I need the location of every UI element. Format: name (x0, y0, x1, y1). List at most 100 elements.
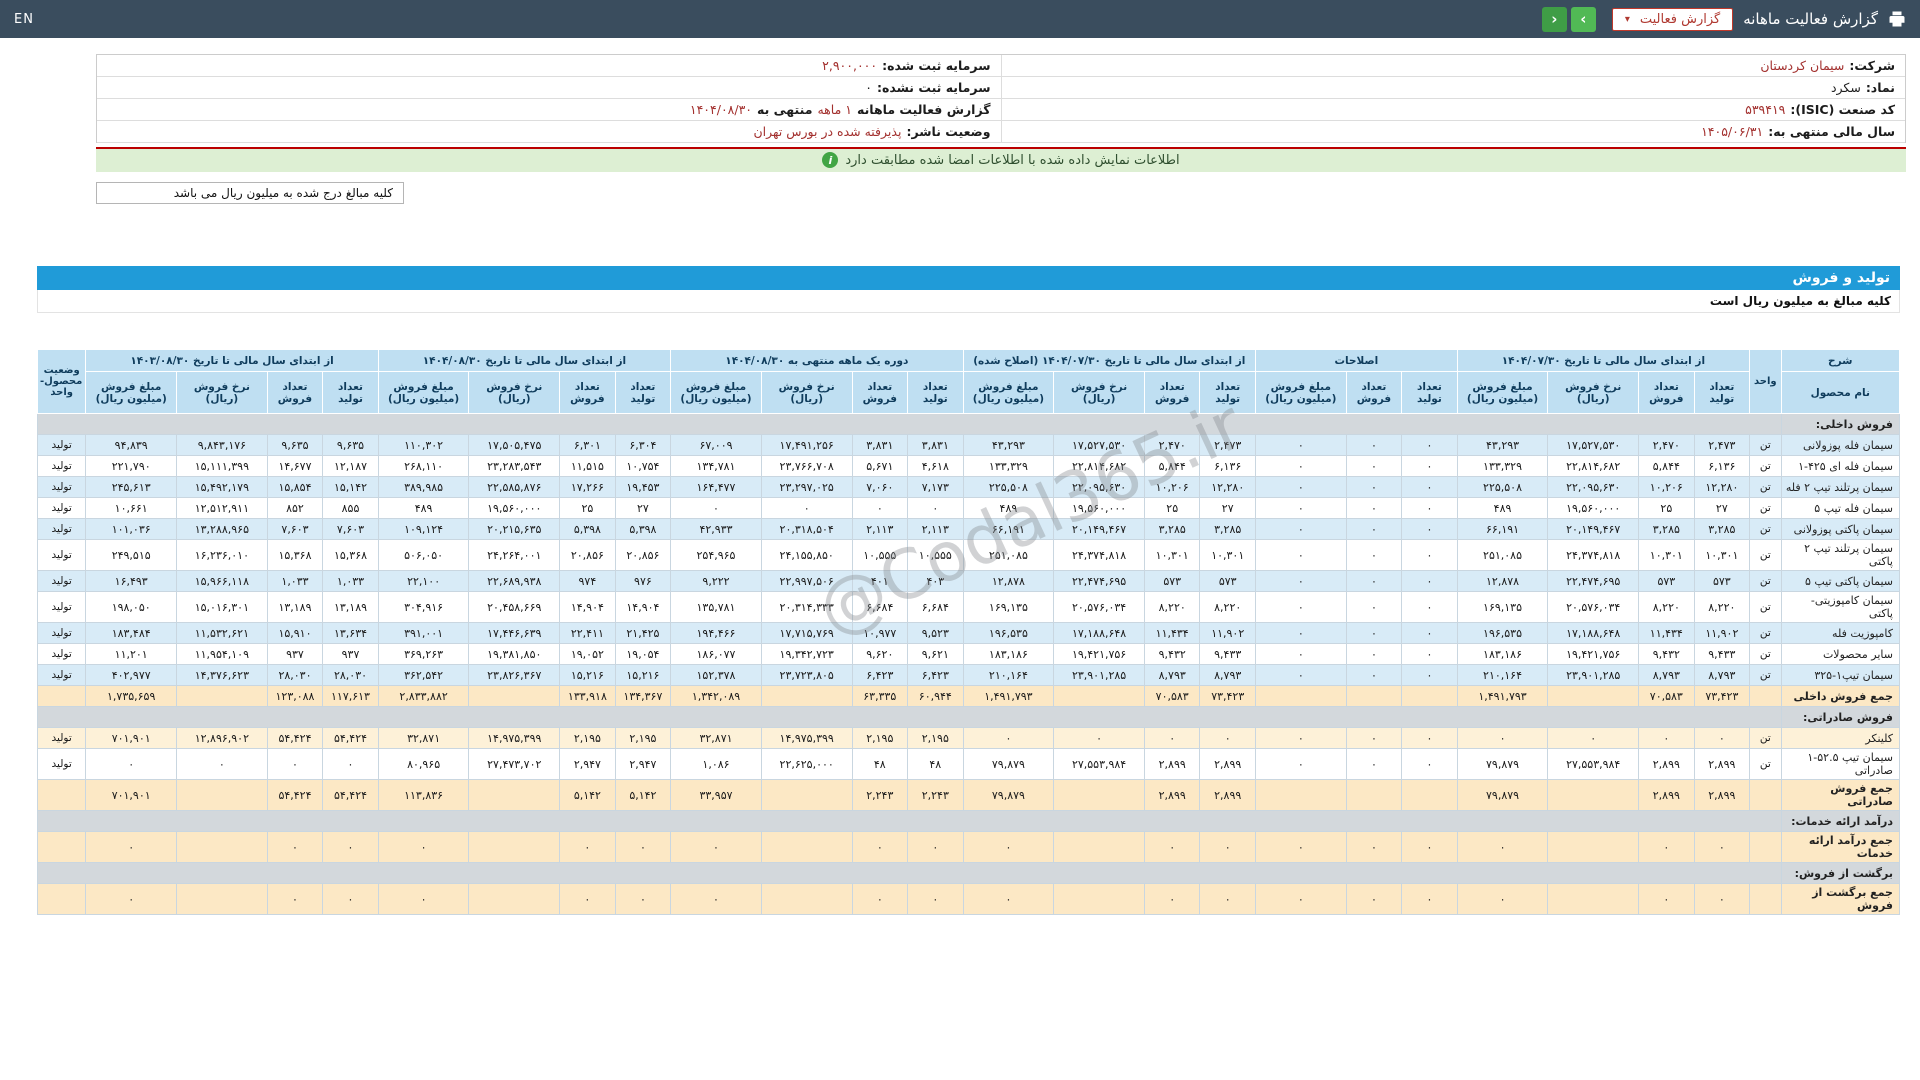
value-cell: ۲۵ (559, 497, 616, 519)
company-value: سیمان کردستان (1760, 58, 1845, 73)
value-cell: ۳,۸۳۱ (907, 434, 964, 456)
value-cell (1547, 779, 1640, 811)
unit-cell (1749, 779, 1782, 811)
value-cell: ۱۳,۲۸۸,۹۶۵ (176, 518, 268, 540)
value-cell: ۲۲,۰۹۵,۶۳۰ (1053, 476, 1145, 498)
value-cell: ۱۱۷,۶۱۳ (322, 685, 379, 707)
value-cell: ۴۳,۲۹۳ (1456, 434, 1549, 456)
value-cell: ۹۷۶ (614, 570, 672, 592)
value-cell: ۰ (1254, 664, 1347, 686)
value-cell: ۲۲,۸۱۴,۶۸۲ (1547, 455, 1640, 477)
value-cell: ۱۱۰,۳۰۲ (377, 434, 470, 456)
value-cell: ۰ (1401, 727, 1458, 749)
signature-notice-text: اطلاعات نمایش داده شده با اطلاعات امضا ش… (845, 152, 1180, 168)
value-cell: ۰ (1143, 831, 1201, 863)
value-cell: ۱۸۳,۱۸۶ (1456, 643, 1549, 665)
value-cell: ۵۷۳ (1199, 570, 1256, 592)
value-cell (468, 883, 561, 915)
column-header: تعداد تولید (1401, 371, 1458, 414)
value-cell: ۲۴۵,۶۱۳ (85, 476, 178, 498)
value-cell: ۱,۴۹۱,۷۹۳ (1456, 685, 1549, 707)
value-cell: ۵۷۳ (1693, 570, 1751, 592)
value-cell: ۰ (907, 883, 964, 915)
product-row: سیمان تیپ۱-۳۲۵ تن ۸,۷۹۳ ۸,۷۹۳ ۲۳,۹۰۱,۲۸۵ ۲۱۰,… (36, 664, 1901, 686)
value-cell: ۶,۱۳۶ (1199, 455, 1256, 477)
value-cell: ۰ (1401, 883, 1458, 915)
value-cell: ۵,۳۹۸ (559, 518, 616, 540)
value-cell: ۰ (1401, 497, 1458, 519)
status-cell (36, 779, 87, 811)
value-cell: ۱۳۳,۳۲۹ (962, 455, 1055, 477)
value-cell: ۰ (1254, 539, 1347, 571)
value-cell: ۵,۸۴۴ (1638, 455, 1695, 477)
section-title: تولید و فروش (1792, 270, 1890, 286)
value-cell: ۵۰۶,۰۵۰ (377, 539, 470, 571)
value-cell: ۰ (322, 883, 379, 915)
value-cell: ۴۰۲,۹۷۷ (85, 664, 178, 686)
next-report-button[interactable]: › (1570, 6, 1596, 32)
isic-value: ۵۳۹۴۱۹ (1745, 102, 1786, 117)
value-cell: ۹,۶۲۰ (851, 643, 909, 665)
value-cell: ۲۴,۲۶۴,۰۰۱ (468, 539, 561, 571)
value-cell: ۰ (1254, 570, 1347, 592)
column-header: مبلغ فروش (میلیون ریال) (1456, 371, 1549, 414)
language-toggle[interactable]: EN (14, 12, 34, 27)
signature-notice: اطلاعات نمایش داده شده با اطلاعات امضا ش… (96, 147, 1906, 172)
unit-cell (1749, 831, 1782, 863)
value-cell: ۱۷,۵۰۵,۴۷۵ (468, 434, 561, 456)
product-name-cell: سیمان کامپوزیتی- پاکتی (1780, 591, 1901, 623)
value-cell: ۸,۷۹۳ (1143, 664, 1201, 686)
product-name-header: نام محصول (1780, 371, 1901, 414)
info-row: نماد: سکرد سرمایه ثبت نشده: ۰ (97, 77, 1905, 99)
value-cell: ۳,۲۸۵ (1199, 518, 1256, 540)
value-cell: ۰ (1345, 643, 1403, 665)
value-cell: ۰ (1693, 831, 1751, 863)
value-cell: ۷۹,۸۷۹ (1456, 779, 1549, 811)
value-cell: ۵۷۳ (1143, 570, 1201, 592)
value-cell (1547, 831, 1640, 863)
column-header: نرخ فروش (ریال) (760, 371, 853, 414)
value-cell: ۱۷,۲۶۶ (559, 476, 616, 498)
table-header: شرح واحد از ابتدای سال مالی تا تاریخ ۱۴۰۴/… (36, 349, 1901, 414)
value-cell: ۱۵,۸۵۴ (266, 476, 324, 498)
group-header: اصلاحات (1254, 349, 1458, 372)
value-cell: ۷۰,۵۸۳ (1143, 685, 1201, 707)
product-name-cell: سیمان پاکتی تیپ ۵ (1780, 570, 1901, 592)
value-cell (1401, 685, 1458, 707)
value-cell: ۵۷۳ (1638, 570, 1695, 592)
value-cell: ۱۵,۴۹۲,۱۷۹ (176, 476, 268, 498)
column-header: تعداد تولید (1693, 371, 1751, 414)
value-cell: ۲۳,۲۹۷,۰۲۵ (760, 476, 853, 498)
print-icon[interactable] (1888, 10, 1906, 28)
value-cell: ۱۹,۳۸۱,۸۵۰ (468, 643, 561, 665)
product-row: سیمان پاکتی تیپ ۵ تن ۵۷۳ ۵۷۳ ۲۲,۴۷۴,۶۹۵ ۱۲,۸۷… (36, 570, 1901, 592)
value-cell: ۰ (1053, 727, 1145, 749)
value-cell: ۰ (614, 831, 672, 863)
report-type-select[interactable]: گزارش فعالیت ▾ (1611, 7, 1734, 31)
value-cell: ۰ (907, 497, 964, 519)
value-cell: ۵,۱۴۲ (559, 779, 616, 811)
desc-header: شرح (1780, 349, 1901, 372)
value-cell: ۰ (851, 831, 909, 863)
value-cell: ۸,۲۲۰ (1638, 591, 1695, 623)
value-cell: ۰ (1401, 622, 1458, 644)
value-cell: ۲,۹۴۷ (614, 748, 672, 780)
value-cell: ۷,۰۶۰ (851, 476, 909, 498)
value-cell: ۱,۰۸۶ (670, 748, 762, 780)
value-cell: ۰ (1199, 727, 1256, 749)
value-cell: ۲۷ (614, 497, 672, 519)
product-row: کلینکر تن ۰ ۰ ۰ ۰ ۰ ۰ ۰ ۰ ۰ ۰ ۰ ۲,۱۹۵ ۲,۱۹۵ ۱۴,۹۷۵,۳۹۹ ۳… (36, 727, 1901, 749)
value-cell: ۶,۶۸۴ (851, 591, 909, 623)
value-cell: ۱,۰۳۳ (322, 570, 379, 592)
value-cell: ۶,۶۸۴ (907, 591, 964, 623)
product-name-cell: جمع درآمد ارائه خدمات (1780, 831, 1901, 863)
value-cell: ۰ (760, 497, 853, 519)
value-cell: ۱۹,۴۵۳ (614, 476, 672, 498)
value-cell: ۲۷,۵۵۳,۹۸۴ (1053, 748, 1145, 780)
value-cell: ۵۴,۴۲۴ (266, 727, 324, 749)
registered-capital-value: ۲,۹۰۰,۰۰۰ (822, 58, 878, 73)
group-header: دوره یک ماهه منتهی به ۱۴۰۴/۰۸/۳۰ (670, 349, 964, 372)
value-cell: ۲۰,۱۴۹,۴۶۷ (1547, 518, 1640, 540)
amounts-note-text: کلیه مبالغ درج شده به میلیون ریال می باش… (173, 186, 393, 200)
prev-report-button[interactable]: ‹ (1541, 6, 1567, 32)
